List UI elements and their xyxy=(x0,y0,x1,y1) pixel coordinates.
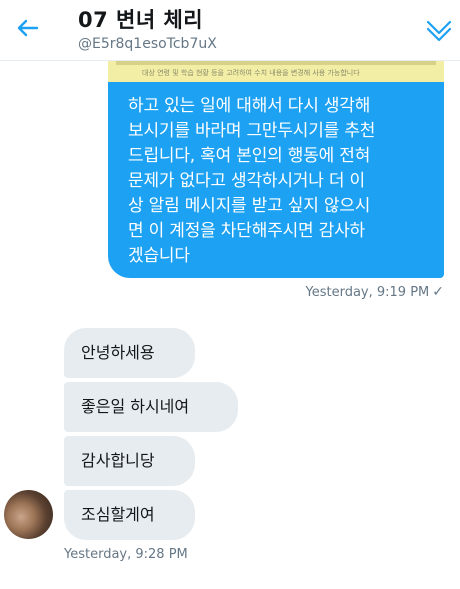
outgoing-message-bubble[interactable]: 하고 있는 일에 대해서 다시 생각해 보시기를 바라며 그만두시기를 추천 드… xyxy=(108,82,444,278)
incoming-message-bubble[interactable]: 좋은일 하시네여 xyxy=(64,382,238,432)
avatar[interactable] xyxy=(4,490,53,539)
incoming-message-bubble[interactable]: 조심할게여 xyxy=(64,490,195,540)
incoming-timestamp: Yesterday, 9:28 PM xyxy=(64,547,188,562)
conversation-title: 07 변녀 체리 xyxy=(78,8,204,32)
back-button[interactable] xyxy=(14,14,42,42)
shared-image-attachment[interactable]: 대상 연령 및 학습 현황 등을 고려하여 수치 내용을 변경해 사용 가능합니… xyxy=(108,60,444,82)
user-handle: @E5r8q1esoTcb7uX xyxy=(78,36,217,52)
outgoing-timestamp: Yesterday, 9:19 PM xyxy=(305,285,430,300)
image-caption-text: 대상 연령 및 학습 현황 등을 고려하여 수치 내용을 변경해 사용 가능합니… xyxy=(142,69,360,77)
conversation-header: 07 변녀 체리 @E5r8q1esoTcb7uX xyxy=(0,0,460,61)
incoming-message-bubble[interactable]: 안녕하세용 xyxy=(64,328,195,378)
outgoing-message-meta: Yesterday, 9:19 PM ✓ xyxy=(306,284,445,300)
conversation-options-button[interactable] xyxy=(424,14,454,44)
chevron-down-icon xyxy=(426,20,452,42)
checkmark-icon: ✓ xyxy=(432,284,444,300)
arrow-left-icon xyxy=(17,19,39,37)
incoming-message-bubble[interactable]: 감사합니당 xyxy=(64,436,195,486)
